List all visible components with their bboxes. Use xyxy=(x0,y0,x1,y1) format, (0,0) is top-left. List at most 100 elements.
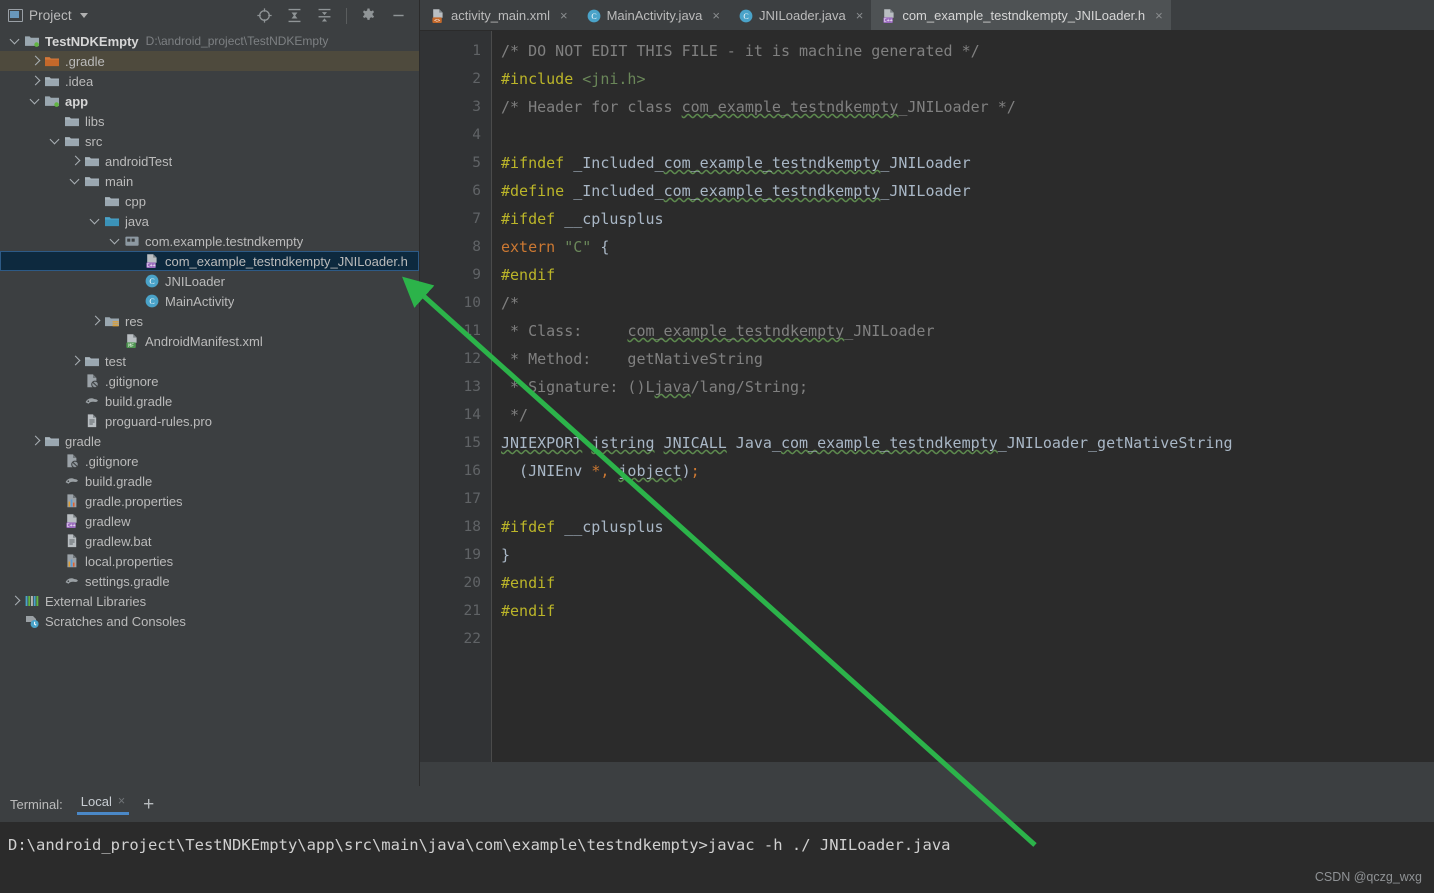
chevron-right-icon[interactable] xyxy=(30,436,41,447)
project-tree[interactable]: TestNDKEmpty D:\android_project\TestNDKEm… xyxy=(0,31,419,786)
expand-all-icon[interactable] xyxy=(286,7,303,24)
minus-icon[interactable] xyxy=(390,7,407,24)
line-number: 9 xyxy=(472,267,481,283)
terminal-tab-local[interactable]: Local × xyxy=(76,794,130,815)
chevron-right-icon[interactable] xyxy=(70,156,81,167)
chevron-right-icon[interactable] xyxy=(90,316,101,327)
code-token: #endif xyxy=(501,266,556,284)
code-line[interactable] xyxy=(501,485,1434,513)
tree-row-androidtest[interactable]: androidTest xyxy=(0,151,419,171)
code-line[interactable]: } xyxy=(501,541,1434,569)
close-icon[interactable]: × xyxy=(118,794,125,808)
gradle-icon xyxy=(84,393,100,409)
tree-row-label: java xyxy=(125,213,149,229)
add-terminal-tab-button[interactable]: + xyxy=(143,795,154,814)
file-icon xyxy=(64,533,80,549)
code-line[interactable]: #endif xyxy=(501,597,1434,625)
tree-row-libs[interactable]: libs xyxy=(0,111,419,131)
tree-row-local.properties[interactable]: local.properties xyxy=(0,551,419,571)
tree-row-gradlew.bat[interactable]: gradlew.bat xyxy=(0,531,419,551)
tree-row-gradle.properties[interactable]: gradle.properties xyxy=(0,491,419,511)
tree-row-.idea[interactable]: .idea xyxy=(0,71,419,91)
editor-tab-mainactivity.java[interactable]: C MainActivity.java × xyxy=(576,0,728,30)
folder-icon xyxy=(44,433,60,449)
collapse-all-icon[interactable] xyxy=(316,7,333,24)
tree-arrow-spacer xyxy=(50,516,61,527)
close-icon[interactable]: × xyxy=(712,8,720,23)
editor-tab-com_example_testndkempty_jniloader.h[interactable]: C++ com_example_testndkempty_JNILoader.h × xyxy=(871,0,1171,30)
manifest-icon: MF xyxy=(124,333,140,349)
line-number: 20 xyxy=(463,575,481,591)
tree-row-build.gradle[interactable]: build.gradle xyxy=(0,471,419,491)
code-line[interactable]: #ifdef __cplusplus xyxy=(501,205,1434,233)
code-line[interactable]: * Class: com_example_testndkempty_JNILoa… xyxy=(501,317,1434,345)
tree-row-test[interactable]: test xyxy=(0,351,419,371)
tree-row-jniloader[interactable]: C JNILoader xyxy=(0,271,419,291)
tree-row-com_example_testndkempty_jniloader.h[interactable]: C++ com_example_testndkempty_JNILoader.h xyxy=(0,251,419,271)
tree-row-app[interactable]: app xyxy=(0,91,419,111)
code-editor[interactable]: 1 2 3 4 5 6 7 8 9 10 11 12 13 14 15 16 17 18 19 20 21 22 /* D… xyxy=(420,31,1434,762)
code-line[interactable]: #ifdef __cplusplus xyxy=(501,513,1434,541)
chevron-down-icon[interactable] xyxy=(90,216,101,227)
code-line[interactable]: #define _Included_com_example_testndkemp… xyxy=(501,177,1434,205)
close-icon[interactable]: × xyxy=(1155,8,1163,23)
close-icon[interactable]: × xyxy=(856,8,864,23)
code-line[interactable]: /* DO NOT EDIT THIS FILE - it is machine… xyxy=(501,37,1434,65)
tree-row-testndkempty[interactable]: TestNDKEmpty D:\android_project\TestNDKEm… xyxy=(0,31,419,51)
code-line[interactable] xyxy=(501,121,1434,149)
code-line[interactable]: (JNIEnv *, jobject); xyxy=(501,457,1434,485)
editor-tab-jniloader.java[interactable]: C JNILoader.java × xyxy=(728,0,871,30)
tree-row-external-libraries[interactable]: External Libraries xyxy=(0,591,419,611)
editor-tab-bar[interactable]: <> activity_main.xml × C MainActivity.java × C… xyxy=(420,0,1434,31)
code-line[interactable]: */ xyxy=(501,401,1434,429)
tree-row-.gitignore[interactable]: .gitignore xyxy=(0,451,419,471)
tree-row-cpp[interactable]: cpp xyxy=(0,191,419,211)
code-line[interactable]: #endif xyxy=(501,261,1434,289)
code-content[interactable]: /* DO NOT EDIT THIS FILE - it is machine… xyxy=(492,31,1434,762)
code-line[interactable]: extern "C" { xyxy=(501,233,1434,261)
code-line[interactable]: /* xyxy=(501,289,1434,317)
tree-row-main[interactable]: main xyxy=(0,171,419,191)
chevron-down-icon[interactable] xyxy=(50,136,61,147)
tree-row-.gradle[interactable]: .gradle xyxy=(0,51,419,71)
chevron-down-icon[interactable] xyxy=(10,36,21,47)
chevron-down-icon[interactable] xyxy=(79,13,88,18)
tree-row-gradle[interactable]: gradle xyxy=(0,431,419,451)
svg-text:C: C xyxy=(149,277,154,286)
tree-row-proguard-rules.pro[interactable]: proguard-rules.pro xyxy=(0,411,419,431)
tree-row-.gitignore[interactable]: .gitignore xyxy=(0,371,419,391)
chevron-right-icon[interactable] xyxy=(70,356,81,367)
tree-row-java[interactable]: java xyxy=(0,211,419,231)
code-line[interactable]: * Method: getNativeString xyxy=(501,345,1434,373)
gear-icon[interactable] xyxy=(360,7,377,24)
code-line[interactable]: #include <jni.h> xyxy=(501,65,1434,93)
code-line[interactable]: /* Header for class com_example_testndke… xyxy=(501,93,1434,121)
editor-tab-activity_main.xml[interactable]: <> activity_main.xml × xyxy=(420,0,576,30)
tree-row-androidmanifest.xml[interactable]: MF AndroidManifest.xml xyxy=(0,331,419,351)
code-line[interactable]: JNIEXPORT jstring JNICALL Java_com_examp… xyxy=(501,429,1434,457)
close-icon[interactable]: × xyxy=(560,8,568,23)
terminal-output[interactable]: D:\android_project\TestNDKEmpty\app\src\… xyxy=(0,822,1434,893)
code-line[interactable]: * Signature: ()Ljava/lang/String; xyxy=(501,373,1434,401)
code-line[interactable]: #endif xyxy=(501,569,1434,597)
tree-row-com.example.testndkempty[interactable]: com.example.testndkempty xyxy=(0,231,419,251)
code-line[interactable]: #ifndef _Included_com_example_testndkemp… xyxy=(501,149,1434,177)
tree-row-gradlew[interactable]: C++ gradlew xyxy=(0,511,419,531)
chevron-right-icon[interactable] xyxy=(30,76,41,87)
chevron-right-icon[interactable] xyxy=(30,56,41,67)
chevron-down-icon[interactable] xyxy=(110,236,121,247)
chevron-right-icon[interactable] xyxy=(10,596,21,607)
target-icon[interactable] xyxy=(256,7,273,24)
tree-row-settings.gradle[interactable]: settings.gradle xyxy=(0,571,419,591)
tree-row-build.gradle[interactable]: build.gradle xyxy=(0,391,419,411)
chevron-down-icon[interactable] xyxy=(70,176,81,187)
tree-row-src[interactable]: src xyxy=(0,131,419,151)
tree-row-mainactivity[interactable]: C MainActivity xyxy=(0,291,419,311)
tree-row-label: res xyxy=(125,313,144,329)
tree-row-res[interactable]: res xyxy=(0,311,419,331)
chevron-down-icon[interactable] xyxy=(30,96,41,107)
project-panel-title-group[interactable]: Project xyxy=(8,8,88,23)
editor-area: <> activity_main.xml × C MainActivity.java × C… xyxy=(420,0,1434,786)
code-line[interactable] xyxy=(501,625,1434,653)
tree-row-scratches-and-consoles[interactable]: Scratches and Consoles xyxy=(0,611,419,631)
